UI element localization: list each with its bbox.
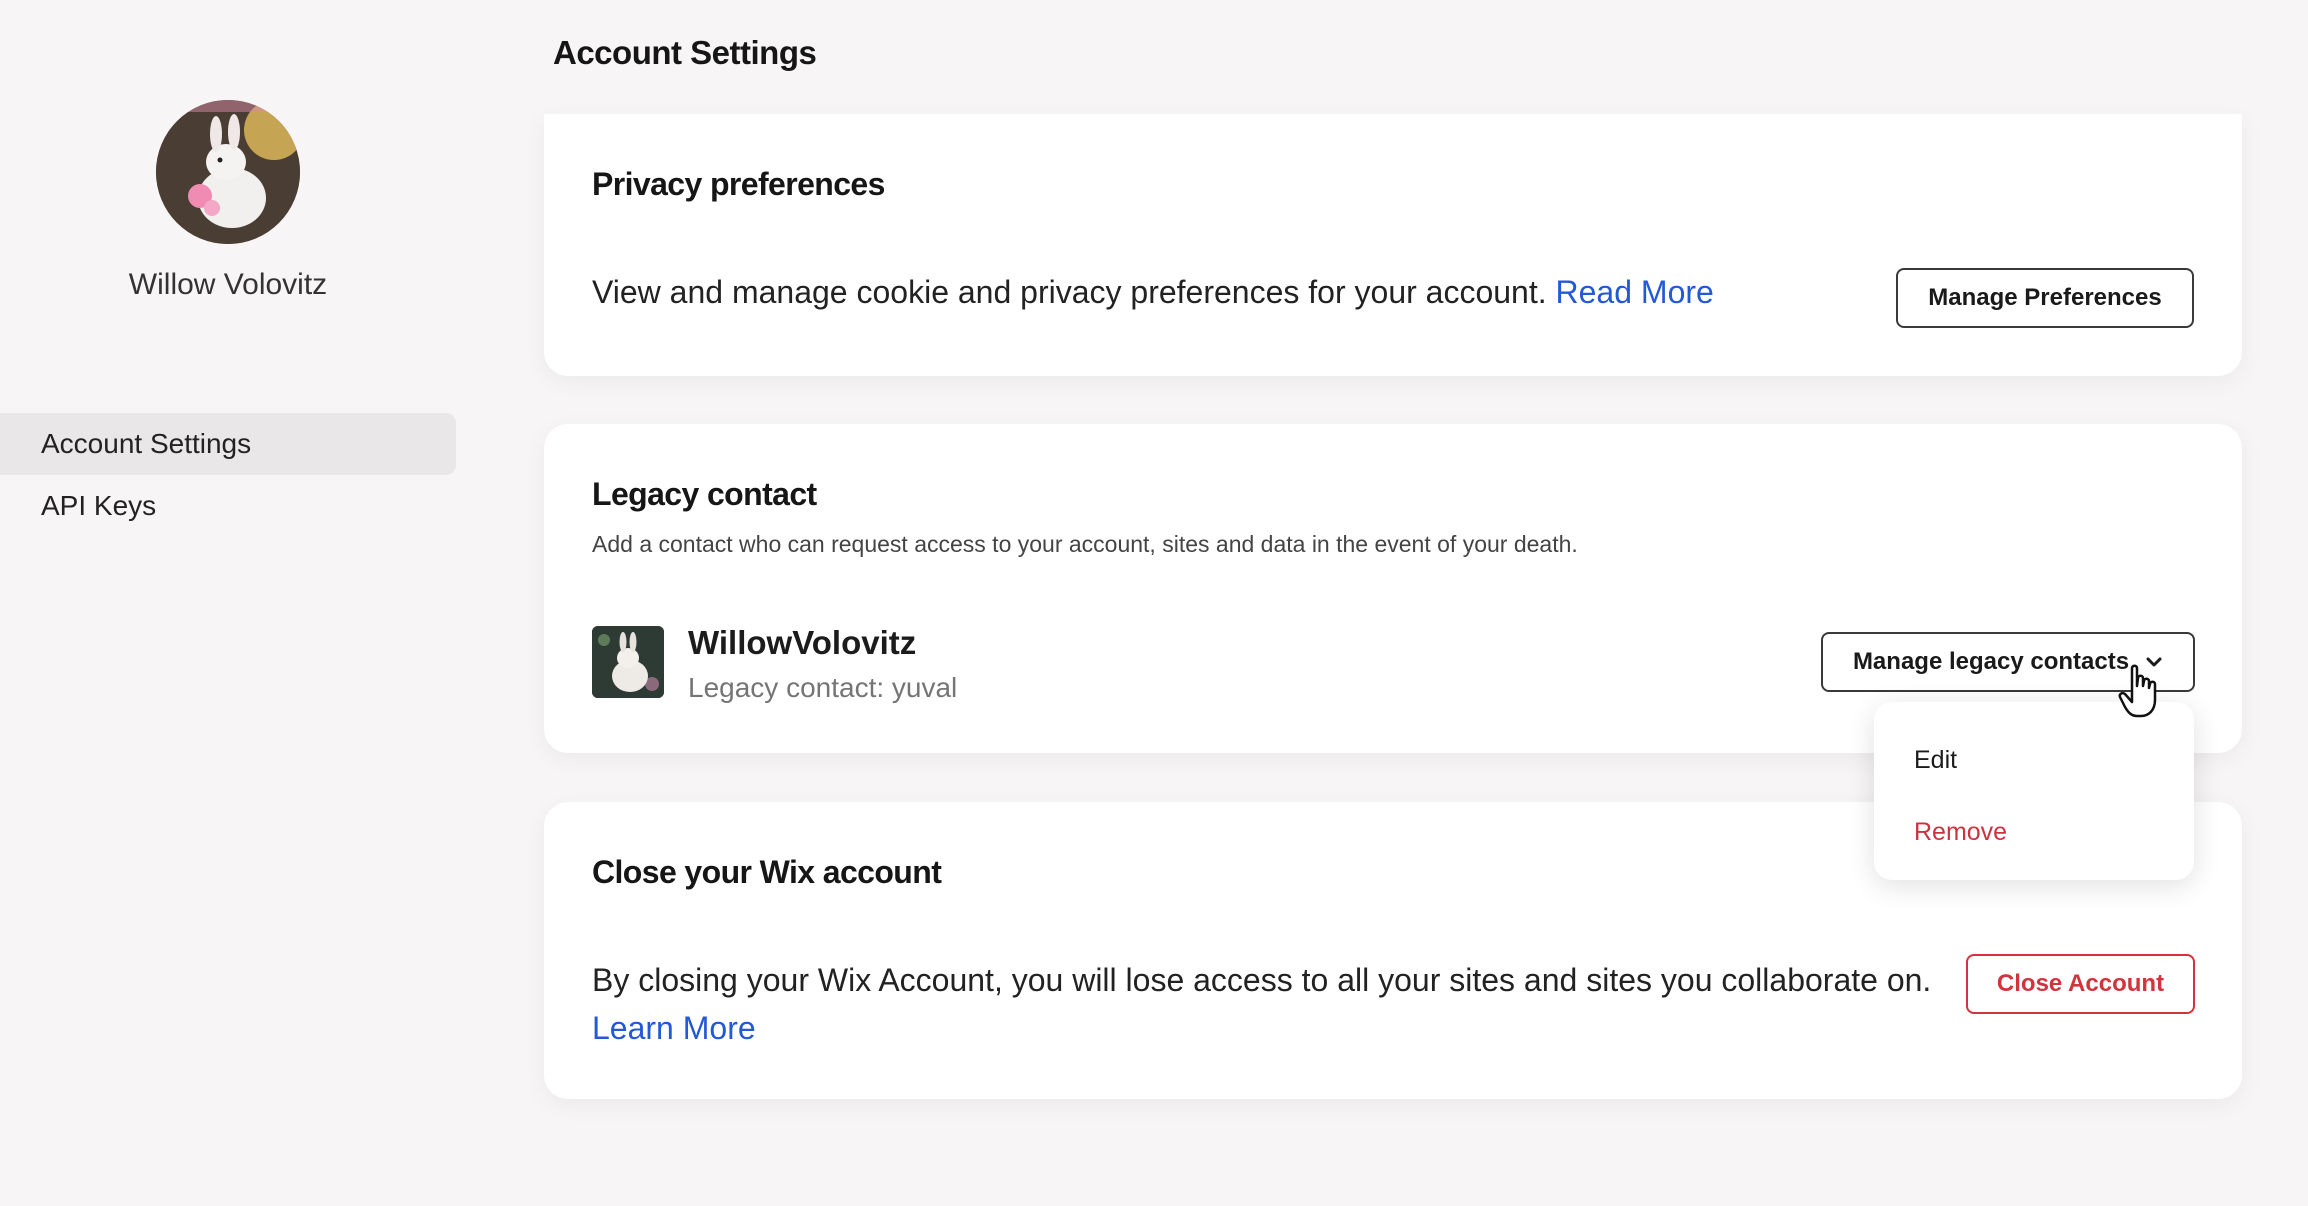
user-avatar[interactable]: [156, 100, 300, 244]
hand-pointer-cursor-icon: [2118, 664, 2157, 718]
privacy-description-text: View and manage cookie and privacy prefe…: [592, 274, 1547, 310]
privacy-description: View and manage cookie and privacy prefe…: [592, 268, 1714, 316]
legacy-contacts-menu: Edit Remove: [1874, 702, 2194, 880]
manage-preferences-label: Manage Preferences: [1928, 284, 2162, 311]
sidebar: Willow Volovitz Account Settings API Key…: [0, 0, 496, 1206]
close-description-text: By closing your Wix Account, you will lo…: [592, 962, 1932, 998]
contact-name: WillowVolovitz: [688, 624, 917, 661]
legacy-title: Legacy contact: [592, 476, 817, 512]
close-description: By closing your Wix Account, you will lo…: [592, 956, 1942, 1052]
sidebar-item-api-keys[interactable]: API Keys: [0, 475, 456, 537]
sidebar-item-label: Account Settings: [41, 428, 252, 459]
menu-item-remove[interactable]: Remove: [1914, 818, 2007, 847]
bunny-thumbnail-image: [592, 626, 664, 698]
menu-item-edit[interactable]: Edit: [1914, 746, 1957, 775]
page-title: Account Settings: [553, 34, 817, 71]
bunny-avatar-image: [156, 100, 300, 244]
contact-subtitle: Legacy contact: yuval: [688, 672, 958, 703]
close-account-button[interactable]: Close Account: [1966, 954, 2195, 1014]
manage-preferences-button[interactable]: Manage Preferences: [1896, 268, 2194, 328]
close-title: Close your Wix account: [592, 854, 942, 890]
read-more-link[interactable]: Read More: [1556, 274, 1714, 310]
close-account-label: Close Account: [1996, 970, 2165, 997]
app-root: Willow Volovitz Account Settings API Key…: [0, 0, 2308, 1206]
contact-avatar: [592, 626, 664, 698]
privacy-title: Privacy preferences: [592, 166, 885, 202]
legacy-description: Add a contact who can request access to …: [592, 531, 1578, 557]
manage-legacy-contacts-label: Manage legacy contacts: [1852, 648, 2130, 675]
learn-more-link[interactable]: Learn More: [592, 1010, 756, 1046]
sidebar-item-account-settings[interactable]: Account Settings: [0, 413, 456, 475]
sidebar-item-label: API Keys: [41, 490, 157, 521]
privacy-card: Privacy preferences View and manage cook…: [544, 114, 2242, 376]
user-name: Willow Volovitz: [128, 268, 328, 301]
